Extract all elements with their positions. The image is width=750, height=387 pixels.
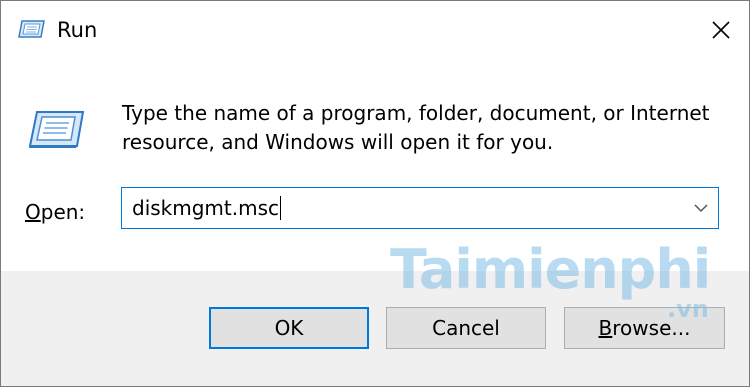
- browse-button[interactable]: Browse...: [564, 307, 725, 349]
- ok-button[interactable]: OK: [209, 307, 369, 349]
- open-input-value: diskmgmt.msc: [132, 196, 280, 220]
- window-title: Run: [57, 18, 98, 42]
- close-icon: [712, 21, 730, 39]
- browse-label: rowse...: [612, 316, 691, 340]
- open-label-text: pen:: [40, 200, 86, 224]
- browse-accelerator: B: [598, 316, 613, 340]
- open-label-accelerator: O: [25, 200, 41, 224]
- text-caret: [280, 196, 282, 220]
- close-button[interactable]: [693, 1, 749, 59]
- run-dialog: Run Type the name of a program, folder, …: [0, 0, 750, 387]
- chevron-down-icon[interactable]: [690, 198, 712, 218]
- open-combobox[interactable]: diskmgmt.msc: [121, 187, 719, 229]
- cancel-button[interactable]: Cancel: [386, 307, 546, 349]
- dialog-content: Type the name of a program, folder, docu…: [1, 59, 749, 271]
- run-app-icon: [28, 111, 85, 148]
- dialog-description: Type the name of a program, folder, docu…: [122, 101, 710, 154]
- open-input[interactable]: diskmgmt.msc: [132, 194, 282, 222]
- title-bar[interactable]: Run: [1, 1, 749, 59]
- run-app-icon: [18, 20, 45, 38]
- open-label: Open:: [25, 198, 85, 226]
- button-bar: OK Cancel Browse...: [1, 271, 749, 386]
